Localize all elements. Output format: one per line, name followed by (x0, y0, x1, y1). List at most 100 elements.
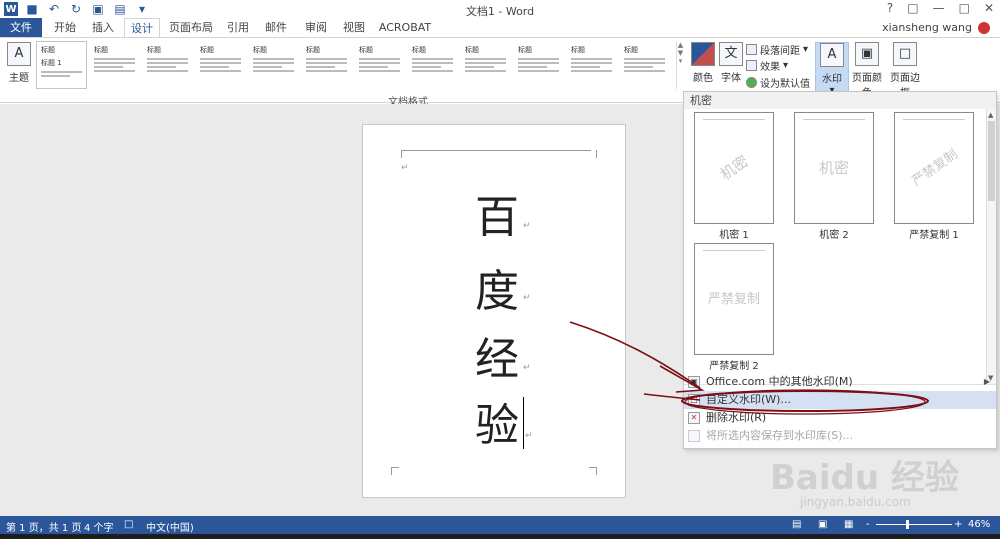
checkmark-icon (746, 77, 757, 88)
ribbon-tabs: 文件 开始 插入 设计 页面布局 引用 邮件 审阅 视图 ACROBAT xia… (0, 18, 1000, 37)
watermark-thumbnail-donotcopy-2[interactable]: 严禁复制 (694, 243, 774, 355)
page-color-icon: ▣ (855, 42, 879, 66)
style-set-item[interactable]: 标题 (142, 41, 193, 89)
tab-acrobat[interactable]: ACROBAT (376, 18, 434, 37)
style-set-item[interactable]: 标题 (566, 41, 617, 89)
style-set-item[interactable]: 标题 标题 1 (36, 41, 87, 89)
style-set-item[interactable]: 标题 (460, 41, 511, 89)
watermark-label: 水印 (822, 74, 842, 85)
zoom-slider-thumb[interactable] (906, 520, 909, 529)
tab-insert[interactable]: 插入 (86, 18, 120, 37)
style-set-item[interactable]: 标题 (619, 41, 670, 89)
zoom-slider-track[interactable] (876, 524, 952, 525)
save-to-gallery-icon (688, 430, 700, 442)
site-watermark-logo: Baidu 经验 (770, 458, 959, 498)
scroll-up-icon[interactable]: ▲ (988, 111, 993, 119)
watermark-label: 严禁复制 2 (709, 361, 759, 372)
status-word-count[interactable]: 4 个字 (84, 519, 114, 534)
zoom-in-icon[interactable]: + (954, 519, 962, 530)
fonts-button[interactable]: 文 字体 (714, 42, 748, 88)
print-layout-icon[interactable]: ▣ (818, 519, 827, 530)
tab-page-layout[interactable]: 页面布局 (166, 18, 216, 37)
tab-design[interactable]: 设计 (124, 18, 160, 37)
menu-item-office-more-watermarks[interactable]: ▣ Office.com 中的其他水印(M) ▶ (684, 373, 996, 391)
themes-icon: A (7, 42, 31, 66)
style-set-item[interactable]: 标题 (407, 41, 458, 89)
office-watermark-icon: ▣ (688, 376, 700, 388)
custom-watermark-icon: □ (688, 394, 700, 406)
read-mode-icon[interactable]: ▤ (792, 519, 801, 530)
gallery-scroll[interactable]: ▲ ▼ ▾ (676, 41, 684, 89)
style-set-item[interactable]: 标题 (89, 41, 140, 89)
colors-icon (691, 42, 715, 66)
effects-button[interactable]: 效果 ▾ (746, 58, 788, 73)
style-set-item[interactable]: 标题 (301, 41, 352, 89)
document-text-char: 验 (475, 400, 519, 451)
themes-button[interactable]: A 主题 (2, 42, 36, 88)
watermark-thumbnail-confidential-1[interactable]: 机密 (694, 112, 774, 224)
watermark-dropdown: 机密 机密 机密 1 机密 机密 2 严禁复制 严禁复制 1 严禁复制 严禁复制… (683, 91, 997, 449)
zoom-out-icon[interactable]: - (866, 519, 870, 530)
user-account[interactable]: xiansheng wang (882, 21, 990, 34)
scroll-thumb[interactable] (988, 121, 995, 201)
tab-home[interactable]: 开始 (48, 18, 82, 37)
watermark-thumbnail-confidential-2[interactable]: 机密 (794, 112, 874, 224)
document-text-char: 经 (475, 334, 519, 385)
themes-label: 主题 (9, 73, 29, 84)
fonts-label: 字体 (721, 73, 741, 84)
site-watermark-url: jingyan.baidu.com (800, 495, 911, 509)
zoom-level[interactable]: 46% (968, 519, 990, 530)
page-borders-button[interactable]: □ 页面边框 (886, 42, 924, 99)
style-heading: 标题 (41, 46, 55, 54)
page-color-button[interactable]: ▣ 页面颜色 (848, 42, 886, 99)
ribbon-display-icon[interactable]: □ (907, 1, 918, 15)
menu-item-save-to-gallery: 将所选内容保存到水印库(S)... (684, 427, 996, 445)
dropdown-scrollbar[interactable]: ▲ ▼ (986, 109, 996, 384)
style-set-item[interactable]: 标题 (354, 41, 405, 89)
header-line (401, 150, 591, 151)
watermark-label: 严禁复制 1 (909, 230, 959, 241)
page-borders-icon: □ (893, 42, 917, 66)
text-cursor (523, 397, 524, 449)
effects-icon (746, 60, 757, 71)
proofing-icon[interactable]: □ (124, 519, 133, 530)
avatar (978, 21, 990, 34)
web-layout-icon[interactable]: ▦ (844, 519, 853, 530)
fonts-icon: 文 (719, 42, 743, 66)
style-set-gallery: 标题 标题 1 标题 标题 标题 标题 标题 标题 标题 标题 标题 标题 标题 (36, 41, 676, 89)
watermark-thumbnail-donotcopy-1[interactable]: 严禁复制 (894, 112, 974, 224)
taskbar (0, 534, 1000, 539)
status-bar: 第 1 页，共 1 页 4 个字 □ 中文(中国) ▤ ▣ ▦ - + 46% (0, 516, 1000, 534)
watermark-label: 机密 1 (719, 230, 749, 241)
minimize-icon[interactable]: — (933, 1, 945, 15)
document-page[interactable]: ↵ 百 ↵ 度 ↵ 经 ↵ 验 ↵ (362, 124, 626, 498)
tab-review[interactable]: 审阅 (300, 18, 332, 37)
tab-references[interactable]: 引用 (222, 18, 254, 37)
document-title: 文档1 - Word (465, 5, 535, 18)
colors-label: 颜色 (693, 73, 713, 84)
title-bar: W ■ ↶ ↻ ▣ ▤ ▾ 文档1 - Word ? □ — □ ✕ (0, 0, 1000, 18)
tab-mailings[interactable]: 邮件 (260, 18, 292, 37)
watermark-icon: A (820, 43, 844, 67)
style-subheading: 标题 1 (41, 59, 62, 67)
style-set-item[interactable]: 标题 (513, 41, 564, 89)
document-text-char: 百 (475, 192, 519, 243)
remove-watermark-icon: ✕ (688, 412, 700, 424)
set-as-default-button[interactable]: 设为默认值 (746, 75, 810, 90)
watermark-label: 机密 2 (819, 230, 849, 241)
paragraph-spacing-button[interactable]: 段落间距 ▾ (746, 42, 808, 57)
menu-item-remove-watermark[interactable]: ✕ 删除水印(R) (684, 409, 996, 427)
help-icon[interactable]: ? (887, 1, 893, 15)
maximize-icon[interactable]: □ (959, 1, 970, 15)
close-icon[interactable]: ✕ (984, 1, 994, 15)
submenu-arrow-icon: ▶ (983, 377, 990, 386)
style-set-item[interactable]: 标题 (248, 41, 299, 89)
menu-item-custom-watermark[interactable]: □ 自定义水印(W)... (684, 391, 996, 409)
user-name: xiansheng wang (882, 21, 972, 34)
status-page-count[interactable]: 第 1 页，共 1 页 (6, 519, 81, 534)
status-language[interactable]: 中文(中国) (146, 519, 194, 534)
tab-view[interactable]: 视图 (338, 18, 370, 37)
paragraph-spacing-icon (746, 44, 757, 55)
style-set-item[interactable]: 标题 (195, 41, 246, 89)
tab-file[interactable]: 文件 (0, 18, 42, 37)
